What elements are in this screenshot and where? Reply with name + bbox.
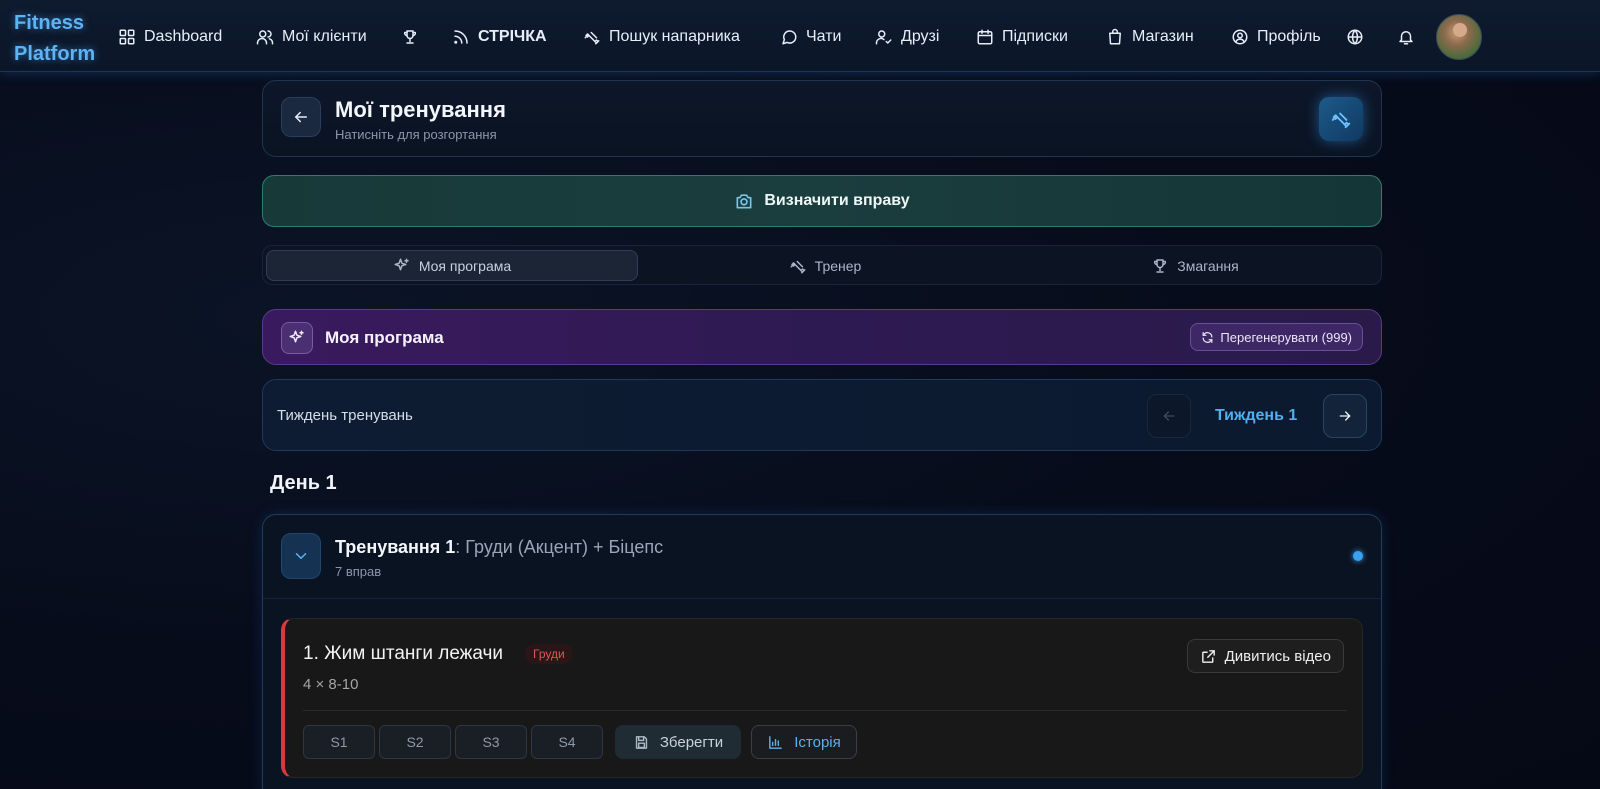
chevron-down-icon: [295, 553, 307, 559]
language-button[interactable]: [1346, 24, 1364, 50]
set-input-4[interactable]: S4: [531, 725, 603, 759]
user-circle-icon: [1232, 29, 1248, 45]
nav-my-clients-label: Мої клієнти: [282, 28, 367, 45]
shopping-bag-icon: [1109, 28, 1121, 45]
nav-partner-search[interactable]: Пошук напарника: [583, 24, 740, 50]
nav-chats[interactable]: Чати: [780, 24, 841, 50]
nav-friends[interactable]: Друзі: [875, 24, 939, 50]
arrow-right-icon: [1339, 411, 1351, 421]
week-selector-card: Тиждень тренувань Тиждень 1: [262, 379, 1382, 451]
program-badge: [281, 322, 313, 354]
external-link-icon: [1201, 649, 1215, 663]
exercise-item: 1. Жим штанги лежачи Груди 4 × 8-10 Диви…: [281, 618, 1363, 778]
nav-my-clients[interactable]: Мої клієнти: [256, 24, 367, 50]
workouts-header-card[interactable]: Мої тренування Натисніть для розгортання: [262, 80, 1382, 157]
workout-title: Тренування 1: Груди (Акцент) + Біцепс: [335, 537, 663, 558]
page-subtitle: Натисніть для розгортання: [335, 127, 497, 142]
detect-exercise-label: Визначити вправу: [764, 192, 910, 209]
my-program-card: Моя програма Перегенерувати (999): [262, 309, 1382, 365]
regenerate-button[interactable]: Перегенерувати (999): [1190, 323, 1363, 351]
tab-competitions-label: Змагання: [1177, 257, 1239, 274]
nav-subscriptions-label: Підписки: [1002, 28, 1068, 45]
day-title: День 1: [270, 472, 337, 494]
program-tabs: Моя програма Тренер Змагання: [262, 245, 1382, 285]
exercise-count: 7 вправ: [335, 564, 382, 579]
collapse-button[interactable]: [281, 533, 321, 579]
arrow-left-icon: [295, 111, 307, 123]
set-input-3[interactable]: S3: [455, 725, 527, 759]
status-dot: [1353, 551, 1363, 561]
notifications-button[interactable]: [1397, 24, 1415, 50]
dumbbell-icon: [1331, 112, 1351, 129]
bell-icon: [1399, 31, 1413, 45]
previous-week-button[interactable]: [1147, 394, 1191, 438]
avatar[interactable]: [1436, 14, 1482, 60]
rss-icon: [454, 30, 468, 44]
page-title: Мої тренування: [335, 97, 506, 122]
history-button[interactable]: Історія: [751, 725, 857, 759]
nav-trophy[interactable]: [401, 24, 419, 50]
tab-trainer-label: Тренер: [814, 257, 862, 274]
back-button[interactable]: [281, 97, 321, 137]
chat-icon: [782, 30, 797, 45]
users-icon: [256, 30, 274, 45]
watch-video-label: Дивитись відео: [1224, 647, 1331, 665]
nav-profile[interactable]: Профіль: [1231, 24, 1321, 50]
divider: [303, 710, 1347, 711]
exercise-name: 1. Жим штанги лежачи: [303, 643, 504, 664]
tab-competitions[interactable]: Змагання: [1009, 250, 1381, 281]
refresh-icon: [1202, 331, 1213, 343]
nav-dashboard-label: Dashboard: [144, 28, 223, 45]
regenerate-label: Перегенерувати (999): [1220, 329, 1352, 345]
workout-focus: : Груди (Акцент) + Біцепс: [455, 537, 664, 557]
grid-icon: [119, 29, 135, 45]
trophy-icon: [403, 30, 417, 44]
program-title: Моя програма: [325, 328, 444, 347]
nav-partner-search-label: Пошук напарника: [609, 28, 740, 45]
nav-chats-label: Чати: [806, 28, 842, 45]
nav-shop-label: Магазин: [1132, 28, 1194, 45]
bar-chart-icon: [769, 735, 783, 749]
workout-header[interactable]: Тренування 1: Груди (Акцент) + Біцепс 7 …: [263, 515, 1381, 599]
workout-card: Тренування 1: Груди (Акцент) + Біцепс 7 …: [262, 514, 1382, 789]
current-week: Тиждень 1: [1215, 407, 1298, 424]
workout-name: Тренування 1: [335, 537, 456, 557]
tab-my-program[interactable]: Моя програма: [266, 250, 638, 281]
nav-dashboard[interactable]: Dashboard: [118, 24, 222, 50]
set-input-2[interactable]: S2: [379, 725, 451, 759]
nav-feed[interactable]: СТРІЧКА: [452, 24, 547, 50]
save-icon: [635, 735, 648, 749]
tab-trainer[interactable]: Тренер: [639, 250, 1011, 281]
dumbbell-icon: [790, 260, 806, 273]
muscle-badge: Груди: [525, 644, 573, 664]
nav-feed-label: СТРІЧКА: [478, 28, 547, 45]
watch-video-button[interactable]: Дивитись відео: [1186, 639, 1344, 673]
set-input-1[interactable]: S1: [303, 725, 375, 759]
nav-shop[interactable]: Магазин: [1106, 24, 1194, 50]
next-week-button[interactable]: [1323, 394, 1367, 438]
camera-icon: [736, 194, 752, 209]
top-navbar: Fitness Platform Dashboard Мої клієнти С…: [0, 0, 1600, 72]
save-label: Зберегти: [659, 733, 724, 751]
sparkles-icon: [394, 258, 409, 270]
history-label: Історія: [794, 733, 841, 751]
week-label: Тиждень тренувань: [277, 407, 413, 424]
app-logo[interactable]: Fitness Platform: [14, 8, 106, 70]
tab-my-program-label: Моя програма: [418, 257, 512, 274]
exercise-sets: 4 × 8-10: [303, 676, 359, 693]
sparkles-icon: [289, 330, 304, 343]
nav-friends-label: Друзі: [901, 28, 940, 45]
calendar-icon: [977, 29, 993, 45]
dumbbell-icon: [584, 31, 600, 45]
dumbbell-badge: [1319, 97, 1363, 141]
nav-subscriptions[interactable]: Підписки: [976, 24, 1068, 50]
globe-icon: [1347, 29, 1363, 45]
arrow-left-icon: [1163, 411, 1175, 421]
save-button[interactable]: Зберегти: [615, 725, 741, 759]
trophy-icon: [1154, 258, 1167, 273]
nav-profile-label: Профіль: [1257, 28, 1321, 45]
user-check-icon: [875, 30, 892, 45]
detect-exercise-button[interactable]: Визначити вправу: [262, 175, 1382, 227]
